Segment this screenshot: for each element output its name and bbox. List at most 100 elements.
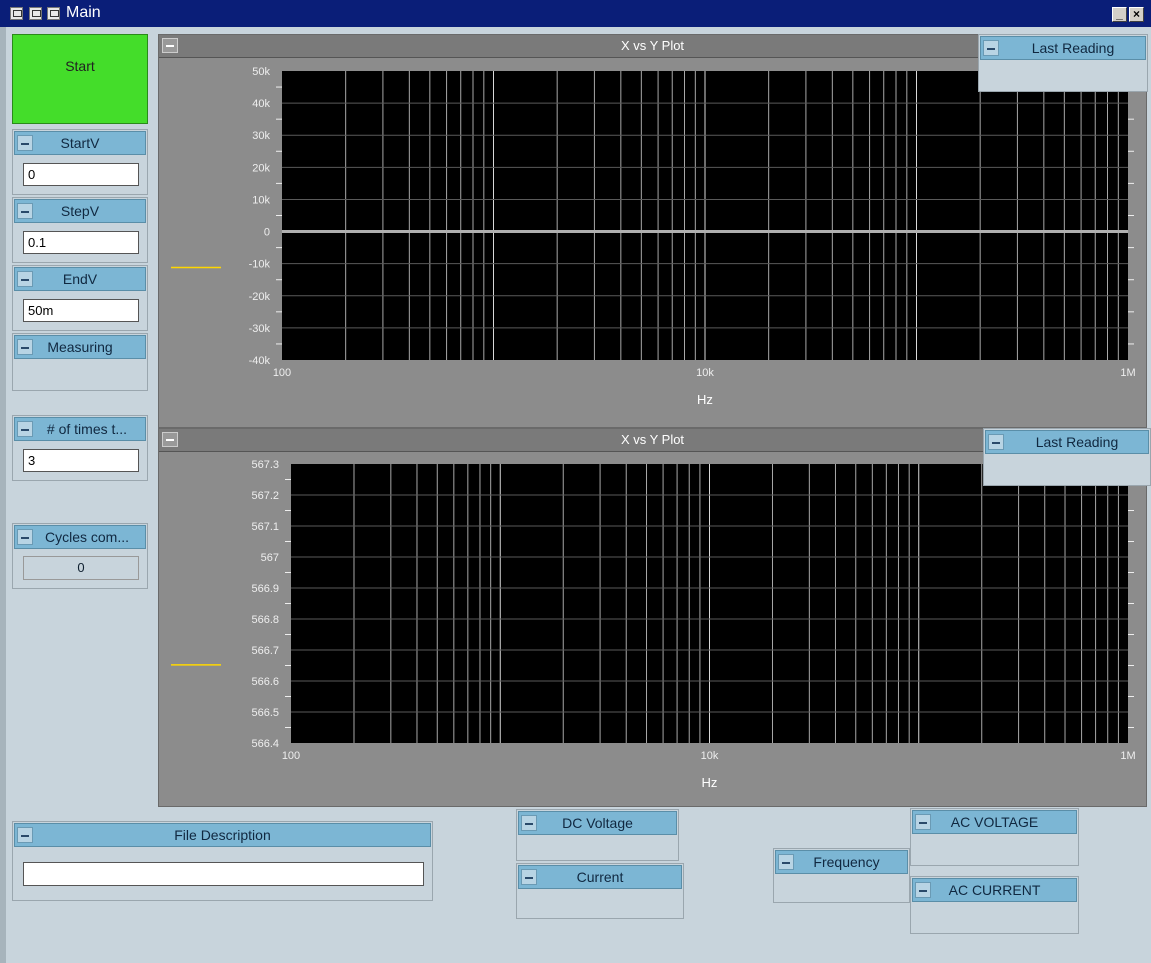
minimize-icon[interactable]: [17, 271, 33, 287]
window-left-border: [0, 27, 6, 963]
close-button[interactable]: ×: [1129, 7, 1144, 22]
ac-voltage-label: AC VOLTAGE: [950, 814, 1039, 830]
ac-voltage-header: AC VOLTAGE: [912, 810, 1077, 834]
ac-current-panel: AC CURRENT: [910, 876, 1079, 934]
y-tick-label: 10k: [252, 194, 270, 206]
minimize-icon[interactable]: [988, 434, 1004, 450]
endv-panel: EndV 50m: [12, 265, 148, 331]
startv-label: StartV: [60, 135, 100, 151]
minimize-icon[interactable]: [17, 135, 33, 151]
file-description-panel: File Description: [12, 821, 433, 901]
x-tick-label: 10k: [696, 367, 714, 379]
y-tick-label: -30k: [249, 323, 271, 335]
window-title: Main: [66, 4, 101, 21]
start-button[interactable]: Start: [12, 34, 148, 124]
plot-voltage: X vs Y Plot 50k 40k 30k 20k 10k 0 -10k -20k -30k…: [158, 34, 1147, 428]
current-label: Current: [576, 869, 624, 885]
x-tick-label: 10k: [701, 750, 719, 762]
x-tick-label: 1M: [1120, 367, 1135, 379]
y-tick-label: 567: [261, 552, 279, 564]
measuring-panel: Measuring: [12, 333, 148, 391]
last-reading-panel: Last Reading: [978, 34, 1148, 92]
y-tick-label: -20k: [249, 291, 271, 303]
last-reading-header: Last Reading: [985, 430, 1149, 454]
frequency-label: Frequency: [813, 854, 880, 870]
stepv-label: StepV: [60, 203, 100, 219]
file-description-label: File Description: [174, 827, 271, 843]
y-tick-label: 566.5: [251, 707, 279, 719]
startv-panel: StartV 0: [12, 129, 148, 195]
minimize-icon[interactable]: [521, 869, 537, 885]
ac-voltage-panel: AC VOLTAGE: [910, 808, 1079, 866]
stepv-header: StepV: [14, 199, 146, 223]
times-input[interactable]: 3: [23, 449, 139, 472]
x-tick-label: 100: [273, 367, 291, 379]
minimize-icon[interactable]: [915, 882, 931, 898]
y-tick-label: 566.9: [251, 583, 279, 595]
cycles-value: 0: [23, 556, 139, 580]
y-tick-label: 30k: [252, 130, 270, 142]
y-tick-label: 0: [264, 227, 270, 239]
app-icon[interactable]: [10, 7, 23, 20]
minimize-icon[interactable]: [17, 339, 33, 355]
startv-input[interactable]: 0: [23, 163, 139, 186]
window-titlebar: Main _ ×: [0, 0, 1151, 27]
minimize-icon[interactable]: [521, 815, 537, 831]
x-tick-label: 1M: [1120, 750, 1135, 762]
x-axis-label: Hz: [697, 392, 713, 407]
file-description-input[interactable]: [23, 862, 424, 886]
plot-title: X vs Y Plot: [620, 38, 685, 53]
y-tick-label: 566.6: [251, 676, 279, 688]
y-tick-label: 20k: [252, 162, 270, 174]
plot-canvas[interactable]: 567.3 567.2 567.1 567 566.9 566.8 566.7 566.6 56…: [159, 451, 1146, 806]
measuring-header: Measuring: [14, 335, 146, 359]
dc-voltage-panel: DC Voltage: [516, 809, 679, 861]
y-tick-label: 566.7: [251, 645, 279, 657]
restore-layout-icon[interactable]: [29, 7, 42, 20]
last-reading-panel: Last Reading: [983, 428, 1151, 486]
ac-current-label: AC CURRENT: [948, 882, 1041, 898]
cycles-label: Cycles com...: [44, 529, 129, 545]
cycles-header: Cycles com...: [14, 525, 146, 549]
current-panel: Current: [516, 863, 684, 919]
dc-voltage-label: DC Voltage: [562, 815, 633, 831]
last-reading-label: Last Reading: [1035, 434, 1119, 450]
y-tick-label: 567.1: [251, 521, 279, 533]
frequency-header: Frequency: [775, 850, 908, 874]
dc-voltage-header: DC Voltage: [518, 811, 677, 835]
minimize-icon[interactable]: [17, 421, 33, 437]
last-reading-label: Last Reading: [1031, 40, 1115, 56]
minimize-button[interactable]: _: [1112, 7, 1127, 22]
stepv-input[interactable]: 0.1: [23, 231, 139, 254]
minimize-icon[interactable]: [17, 529, 33, 545]
endv-input[interactable]: 50m: [23, 299, 139, 322]
current-header: Current: [518, 865, 682, 889]
x-axis-label: Hz: [702, 775, 718, 790]
y-tick-label: -40k: [249, 355, 271, 367]
times-label: # of times t...: [46, 421, 128, 437]
endv-label: EndV: [62, 271, 98, 287]
cycles-panel: Cycles com... 0: [12, 523, 148, 589]
measuring-label: Measuring: [47, 339, 113, 355]
minimize-icon[interactable]: [983, 40, 999, 56]
y-tick-label: 566.4: [251, 738, 279, 750]
plot-canvas[interactable]: 50k 40k 30k 20k 10k 0 -10k -20k -30k -40k100 10k 1M…: [159, 57, 1146, 427]
minimize-icon[interactable]: [17, 827, 33, 843]
minimize-icon[interactable]: [162, 38, 178, 53]
minimize-icon[interactable]: [915, 814, 931, 830]
minimize-icon[interactable]: [162, 432, 178, 447]
y-tick-label: 567.3: [251, 459, 279, 471]
file-description-header: File Description: [14, 823, 431, 847]
times-panel: # of times t... 3: [12, 415, 148, 481]
last-reading-header: Last Reading: [980, 36, 1146, 60]
endv-header: EndV: [14, 267, 146, 291]
y-tick-label: -10k: [249, 259, 271, 271]
y-tick-label: 566.8: [251, 614, 279, 626]
x-tick-label: 100: [282, 750, 300, 762]
ac-current-header: AC CURRENT: [912, 878, 1077, 902]
minimize-icon[interactable]: [778, 854, 794, 870]
times-header: # of times t...: [14, 417, 146, 441]
window-layout-icon[interactable]: [47, 7, 60, 20]
minimize-icon[interactable]: [17, 203, 33, 219]
y-tick-label: 567.2: [251, 490, 279, 502]
